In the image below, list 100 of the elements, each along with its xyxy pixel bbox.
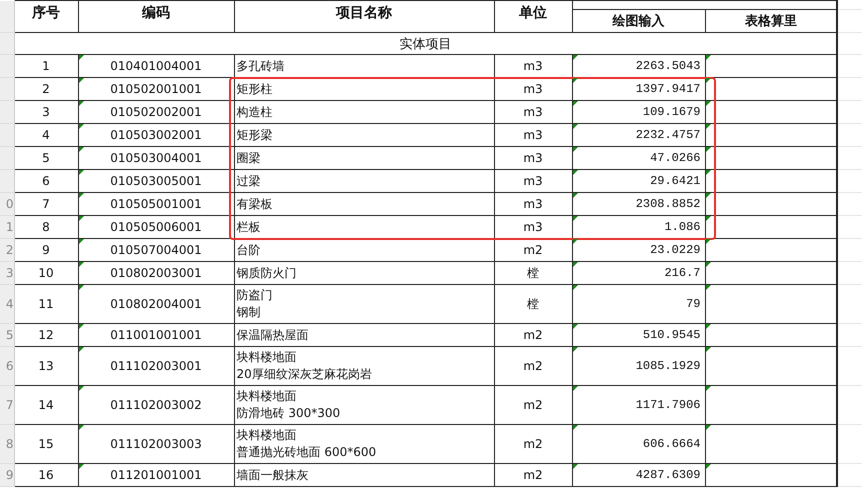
table-cell: 12 bbox=[14, 324, 78, 346]
table-cell: 010802003001 bbox=[78, 262, 234, 284]
table-cell: 010503002001 bbox=[78, 124, 234, 146]
cell-corner-marker bbox=[572, 78, 578, 83]
cell-corner-marker bbox=[706, 285, 710, 290]
table-cell: 109.1679 bbox=[572, 100, 705, 124]
table-cell: 块料楼地面 防滑地砖 300*300 bbox=[234, 386, 494, 424]
cell-corner-marker bbox=[78, 386, 84, 391]
table-cell: 010505006001 bbox=[78, 216, 234, 238]
column-header: 表格算里 bbox=[705, 10, 837, 32]
table-cell: 010401004001 bbox=[78, 54, 234, 78]
cell-corner-marker bbox=[706, 347, 710, 352]
cell-corner-marker bbox=[78, 285, 84, 290]
cell-corner-marker bbox=[78, 324, 84, 329]
cell-corner-marker bbox=[572, 285, 578, 290]
row-number[interactable]: 9 bbox=[0, 464, 14, 486]
table-cell: 14 bbox=[14, 386, 78, 424]
cell-corner-marker bbox=[706, 324, 710, 329]
cell-corner-marker bbox=[78, 464, 84, 469]
table-cell: m3 bbox=[494, 146, 572, 170]
row-number[interactable]: 2 bbox=[0, 238, 14, 262]
row-number[interactable]: 4 bbox=[0, 284, 14, 324]
cell-corner-marker bbox=[706, 425, 710, 430]
table-cell: 多孔砖墙 bbox=[234, 54, 494, 78]
cell-corner-marker bbox=[78, 262, 84, 267]
cell-corner-marker bbox=[78, 55, 84, 60]
table-cell: 保温隔热屋面 bbox=[234, 324, 494, 346]
cell-corner-marker bbox=[706, 262, 710, 267]
table-cell: 216.7 bbox=[572, 262, 705, 284]
cell-corner-marker bbox=[706, 239, 710, 244]
cell-corner-marker bbox=[706, 147, 710, 152]
table-cell: 2308.8852 bbox=[572, 192, 705, 216]
table-cell: 15 bbox=[14, 424, 78, 464]
cell-corner-marker bbox=[572, 262, 578, 267]
table-cell: 1397.9417 bbox=[572, 78, 705, 100]
cell-corner-marker bbox=[78, 170, 84, 175]
table-cell: 1171.7906 bbox=[572, 386, 705, 424]
table-cell: 樘 bbox=[494, 284, 572, 324]
cell-corner-marker bbox=[706, 55, 710, 60]
row-number[interactable]: 5 bbox=[0, 324, 14, 346]
table-cell: 606.6664 bbox=[572, 424, 705, 464]
row-number[interactable]: 1 bbox=[0, 216, 14, 238]
table-cell: 钢质防火门 bbox=[234, 262, 494, 284]
column-header: 项目名称 bbox=[234, 0, 494, 32]
row-number[interactable]: 7 bbox=[0, 386, 14, 424]
table-cell: m3 bbox=[494, 170, 572, 192]
table-cell: m3 bbox=[494, 100, 572, 124]
cell-corner-marker bbox=[572, 101, 578, 106]
cell-corner-marker bbox=[572, 464, 578, 469]
table-cell: 29.6421 bbox=[572, 170, 705, 192]
cell-corner-marker bbox=[78, 101, 84, 106]
cell-corner-marker bbox=[572, 170, 578, 175]
table-cell: 樘 bbox=[494, 262, 572, 284]
table-cell: 16 bbox=[14, 464, 78, 486]
cell-corner-marker bbox=[78, 78, 84, 83]
cell-corner-marker bbox=[706, 386, 710, 391]
row-number[interactable]: 8 bbox=[0, 424, 14, 464]
table-cell: 1085.1929 bbox=[572, 346, 705, 386]
table-cell: 11 bbox=[14, 284, 78, 324]
cell-corner-marker bbox=[78, 347, 84, 352]
table-cell: 块料楼地面 20厚细纹深灰芝麻花岗岩 bbox=[234, 346, 494, 386]
row-number[interactable]: 0 bbox=[0, 192, 14, 216]
table-cell: m2 bbox=[494, 346, 572, 386]
section-title: 实体项目 bbox=[14, 32, 837, 54]
row-number[interactable]: 6 bbox=[0, 346, 14, 386]
cell-corner-marker bbox=[572, 425, 578, 430]
column-header: 编码 bbox=[78, 0, 234, 32]
table-cell: m2 bbox=[494, 386, 572, 424]
cell-corner-marker bbox=[572, 147, 578, 152]
table-cell: 9 bbox=[14, 238, 78, 262]
column-header: 序号 bbox=[14, 0, 78, 32]
table-cell: 010503004001 bbox=[78, 146, 234, 170]
table-cell: 2 bbox=[14, 78, 78, 100]
table-cell: 011102003002 bbox=[78, 386, 234, 424]
table-cell: 防盗门 钢制 bbox=[234, 284, 494, 324]
cell-corner-marker bbox=[78, 216, 84, 221]
table-cell: 台阶 bbox=[234, 238, 494, 262]
table-cell: 23.0229 bbox=[572, 238, 705, 262]
cell-corner-marker bbox=[78, 147, 84, 152]
table-cell: 2232.4757 bbox=[572, 124, 705, 146]
table-cell: 7 bbox=[14, 192, 78, 216]
row-number[interactable]: 3 bbox=[0, 262, 14, 284]
table-cell: 1 bbox=[14, 54, 78, 78]
cell-corner-marker bbox=[78, 193, 84, 198]
table-cell: 011102003001 bbox=[78, 346, 234, 386]
cell-corner-marker bbox=[572, 347, 578, 352]
table-cell: 13 bbox=[14, 346, 78, 386]
column-header: 单位 bbox=[494, 0, 572, 32]
table-cell: m3 bbox=[494, 78, 572, 100]
table-cell: 010507004001 bbox=[78, 238, 234, 262]
table-cell: 4287.6309 bbox=[572, 464, 705, 486]
table-cell: 1.086 bbox=[572, 216, 705, 238]
cell-corner-marker bbox=[78, 239, 84, 244]
table-cell: 47.0266 bbox=[572, 146, 705, 170]
table-cell: m2 bbox=[494, 324, 572, 346]
cell-corner-marker bbox=[572, 386, 578, 391]
cell-corner-marker bbox=[572, 324, 578, 329]
table-cell: 510.9545 bbox=[572, 324, 705, 346]
table-cell: m2 bbox=[494, 238, 572, 262]
table-cell: 010502001001 bbox=[78, 78, 234, 100]
